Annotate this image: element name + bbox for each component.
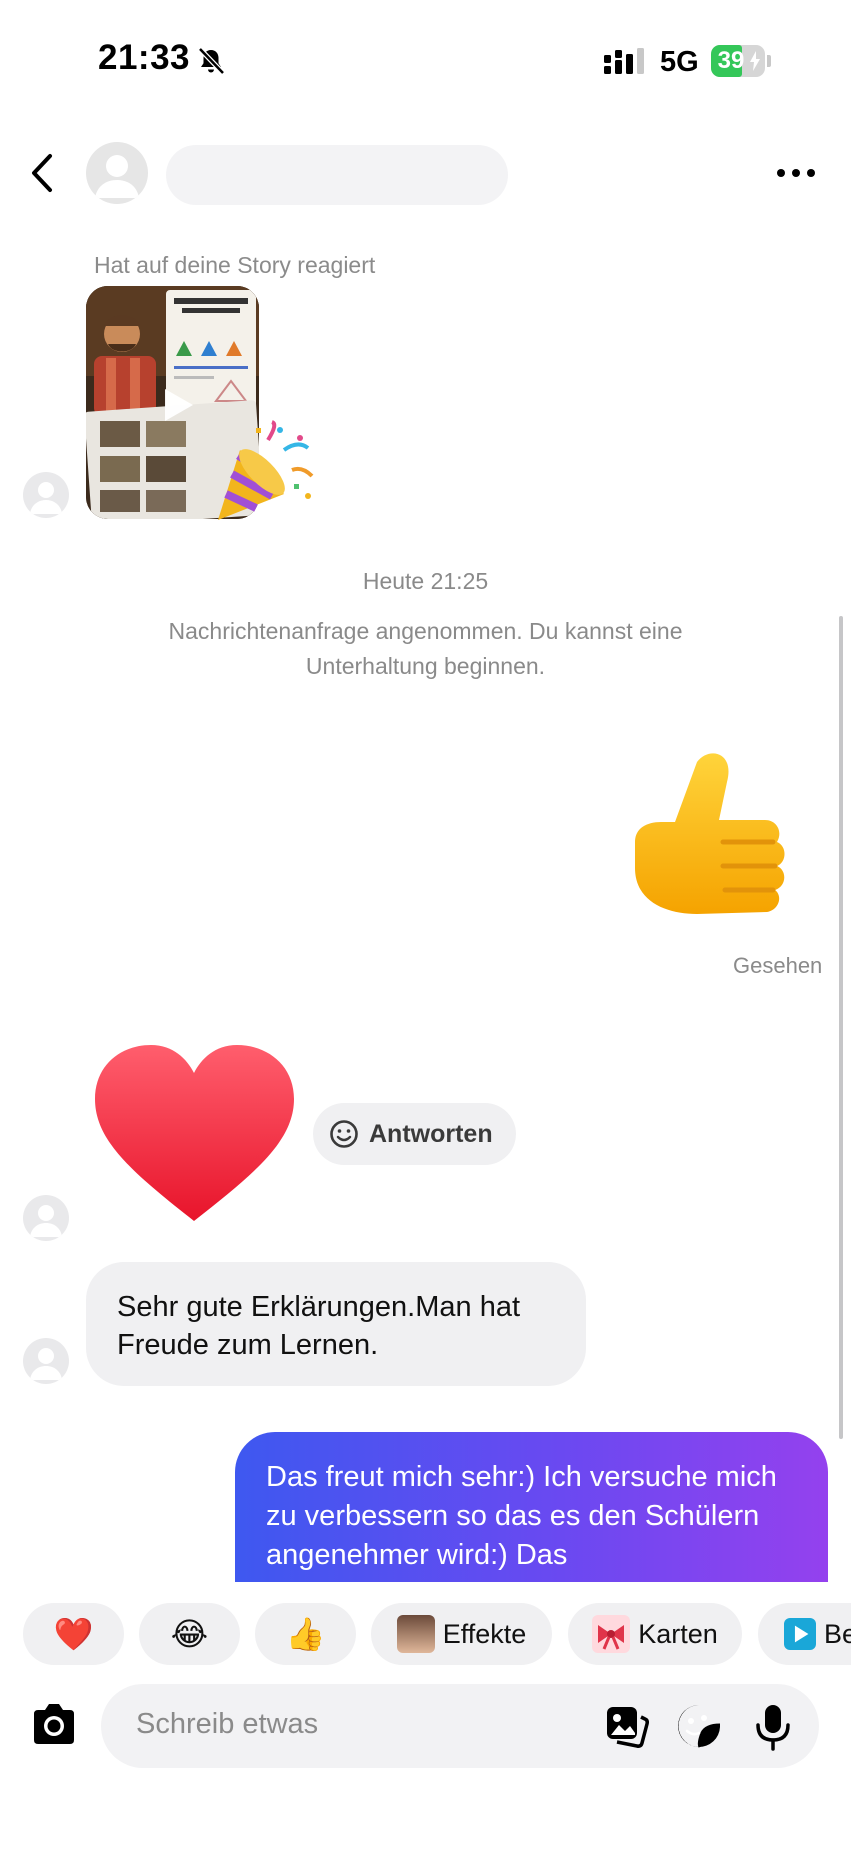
gift-ribbon-icon xyxy=(592,1615,631,1653)
user-placeholder-icon xyxy=(95,155,139,198)
play-square-icon xyxy=(784,1618,816,1650)
sticker-icon[interactable] xyxy=(676,1703,722,1749)
battery-level: 39 xyxy=(717,47,745,74)
quick-reply-heart[interactable]: ❤️ xyxy=(23,1603,124,1665)
party-popper-icon xyxy=(218,420,314,520)
day-separator: Heute 21:25 xyxy=(362,568,489,594)
seen-status: Gesehen xyxy=(733,953,823,978)
gallery-icon[interactable] xyxy=(605,1705,649,1749)
smiley-icon xyxy=(330,1120,358,1148)
more-horizontal-icon[interactable] xyxy=(774,160,818,186)
red-heart-emoji[interactable] xyxy=(93,1043,296,1223)
sender-avatar[interactable] xyxy=(23,1195,69,1241)
camera-icon[interactable] xyxy=(30,1702,78,1746)
system-message: Nachrichtenanfrage angenommen. Du kannst… xyxy=(168,618,683,679)
sender-avatar[interactable] xyxy=(23,472,69,518)
heart-emoji: ❤️ xyxy=(53,1616,94,1652)
cards-label: Karten xyxy=(638,1618,718,1649)
quick-reply-bar: ❤️ 😂 👍 Effekte Karten Be xyxy=(0,1603,851,1665)
story-reaction-caption: Hat auf deine Story reagiert xyxy=(94,252,376,278)
effects-thumbnail-icon xyxy=(396,1615,435,1653)
chevron-left-icon[interactable] xyxy=(28,152,58,194)
contact-avatar[interactable] xyxy=(86,142,148,204)
quick-reply-effects[interactable]: Effekte xyxy=(371,1603,552,1665)
laughing-emoji: 😂 xyxy=(170,1616,209,1652)
quick-reply-more[interactable]: Be xyxy=(758,1603,851,1665)
sender-avatar[interactable] xyxy=(23,1338,69,1384)
thumbs-up-emoji[interactable] xyxy=(627,742,807,930)
play-icon xyxy=(165,389,193,421)
bell-muted-icon xyxy=(198,47,225,75)
quick-reply-cards[interactable]: Karten xyxy=(568,1603,742,1665)
scrollbar[interactable] xyxy=(839,616,843,1439)
more-label: Be xyxy=(824,1618,851,1649)
effects-label: Effekte xyxy=(442,1618,527,1649)
network-type: 5G xyxy=(660,46,699,78)
quick-reply-thumbs-up[interactable]: 👍 xyxy=(255,1603,356,1665)
contact-name-placeholder[interactable] xyxy=(166,145,508,205)
quick-reply-laugh[interactable]: 😂 xyxy=(139,1603,240,1665)
status-time: 21:33 xyxy=(98,38,191,77)
reply-label: Antworten xyxy=(369,1119,493,1148)
battery-icon: 39 xyxy=(711,45,771,77)
incoming-message[interactable]: Sehr gute Erklärungen.Man hat Freude zum… xyxy=(86,1262,586,1386)
cellular-signal-icon xyxy=(604,48,644,74)
message-input-placeholder: Schreib etwas xyxy=(136,1708,319,1740)
reply-button[interactable]: Antworten xyxy=(313,1103,516,1165)
thumbs-up-emoji: 👍 xyxy=(285,1616,326,1652)
microphone-icon[interactable] xyxy=(753,1703,793,1751)
